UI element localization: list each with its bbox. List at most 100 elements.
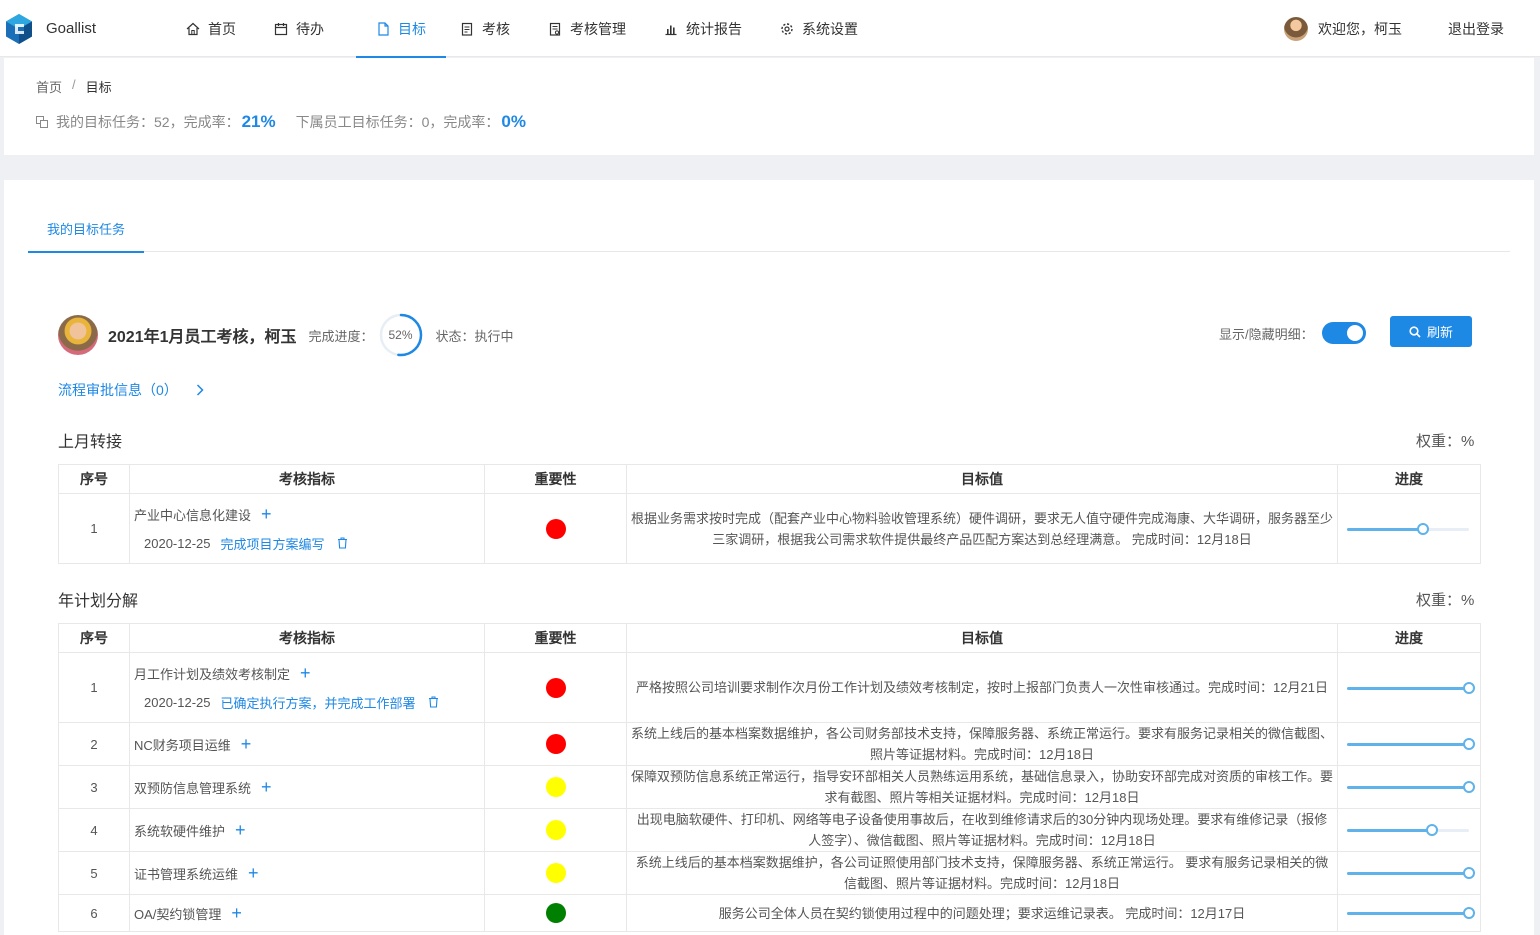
top-header: Goallist 首页 待办 目标 考核 考核管理 统计报告 系统设置 欢迎您，… [0, 0, 1540, 58]
clipboard-manage-icon [549, 22, 561, 36]
progress-slider[interactable] [1347, 867, 1475, 879]
document-icon [378, 21, 389, 36]
approval-flow-link[interactable]: 流程审批信息（0） [58, 380, 204, 400]
indicator-name: 双预防信息管理系统 [134, 780, 252, 796]
nav-todo[interactable]: 待办 [260, 0, 338, 57]
progress-cell [1337, 493, 1481, 564]
user-area[interactable]: 欢迎您，柯玉 [1284, 17, 1402, 41]
table-row: 4 系统软硬件维护 + 出现电脑软硬件、打印机、网络等电子设备使用事故后，在收到维… [58, 808, 1481, 852]
gear-icon [781, 22, 793, 35]
slider-handle[interactable] [1463, 738, 1475, 750]
nav-reports[interactable]: 统计报告 [650, 0, 756, 57]
indicator-name: NC财务项目运维 [134, 737, 231, 753]
target-cell: 出现电脑软硬件、打印机、网络等电子设备使用事故后，在收到维修请求后的30分钟内现… [626, 808, 1338, 852]
progress-slider[interactable] [1347, 907, 1475, 919]
nav-label: 考核管理 [570, 20, 626, 37]
logout-link[interactable]: 退出登录 [1448, 19, 1504, 39]
weight-label: 权重：% [1416, 592, 1475, 609]
section-title: 年计划分解 [58, 593, 139, 610]
trash-icon[interactable] [428, 696, 439, 708]
column-header: 重要性 [484, 464, 627, 494]
add-icon[interactable]: + [241, 735, 252, 753]
column-header: 进度 [1337, 464, 1481, 494]
column-header: 序号 [58, 464, 130, 494]
nav-label: 首页 [208, 20, 236, 37]
indicator-cell: 双预防信息管理系统 + [129, 765, 485, 809]
nav-home[interactable]: 首页 [172, 0, 250, 57]
target-cell: 系统上线后的基本档案数据维护，各公司证照使用部门技术支持，保障服务器、系统正常运… [626, 851, 1338, 895]
progress-value: 52% [388, 328, 413, 342]
main-panel: 我的目标任务 2021年1月员工考核，柯玉 完成进度： 52% 状态：执行中 显… [4, 180, 1534, 935]
row-index: 5 [58, 851, 130, 895]
detail-toggle-area: 显示/隐藏明细： [1219, 322, 1366, 344]
importance-dot [545, 518, 566, 539]
add-icon[interactable]: + [248, 864, 259, 882]
importance-cell [484, 808, 627, 852]
chevron-right-icon [196, 384, 204, 396]
target-cell: 严格按照公司培训要求制作次月份工作计划及绩效考核制定，按时上报部门负责人一次性审… [626, 652, 1338, 723]
target-cell: 根据业务需求按时完成（配套产业中心物料验收管理系统）硬件调研，要求无人值守硬件完… [626, 493, 1338, 564]
table-row: 2 NC财务项目运维 + 系统上线后的基本档案数据维护，各公司财务部技术支持，保障… [58, 722, 1481, 766]
task-summary: 我的目标任务：52，完成率： 21% 下属员工目标任务：0，完成率： 0% [36, 112, 526, 132]
breadcrumb-current: 目标 [85, 80, 112, 95]
progress-cell [1337, 765, 1481, 809]
main-nav: 首页 待办 目标 考核 考核管理 统计报告 系统设置 [172, 0, 872, 58]
tab-my-goals[interactable]: 我的目标任务 [28, 216, 144, 253]
add-icon[interactable]: + [235, 821, 246, 839]
table-row: 3 双预防信息管理系统 + 保障双预防信息系统正常运行，指导安环部相关人员熟练运用… [58, 765, 1481, 809]
clipboard-icon [461, 22, 473, 36]
indicator-name: 证书管理系统运维 [134, 866, 239, 882]
nav-assessment[interactable]: 考核 [446, 0, 524, 57]
target-cell: 服务公司全体人员在契约锁使用过程中的问题处理；要求运维记录表。 完成时间：12月… [626, 894, 1338, 932]
nav-settings[interactable]: 系统设置 [766, 0, 872, 57]
slider-handle[interactable] [1463, 781, 1475, 793]
importance-cell [484, 851, 627, 895]
tabs: 我的目标任务 [28, 216, 1510, 253]
task-status: 状态：执行中 [435, 328, 514, 344]
toggle-label: 显示/隐藏明细： [1219, 326, 1314, 342]
trash-icon[interactable] [337, 537, 348, 549]
task-title: 2021年1月员工考核，柯玉 [108, 329, 297, 346]
row-index: 3 [58, 765, 130, 809]
indicator-cell: 产业中心信息化建设 + 2020-12-25 完成项目方案编写 [129, 493, 485, 564]
indicator-cell: OA/契约锁管理 + [129, 894, 485, 932]
goallist-logo-icon [6, 14, 32, 44]
progress-slider[interactable] [1347, 681, 1475, 694]
my-completion-rate: 21% [241, 112, 276, 131]
add-icon[interactable]: + [261, 505, 272, 523]
sub-item-link[interactable]: 已确定执行方案，并完成工作部署 [221, 693, 416, 712]
importance-cell [484, 722, 627, 766]
add-icon[interactable]: + [300, 664, 311, 682]
bar-chart-icon [665, 25, 677, 35]
breadcrumb-home[interactable]: 首页 [36, 77, 62, 96]
nav-label: 系统设置 [802, 20, 858, 37]
refresh-button[interactable]: 刷新 [1390, 316, 1472, 347]
slider-handle[interactable] [1463, 867, 1475, 879]
home-icon [186, 22, 200, 35]
nav-goals[interactable]: 目标 [356, 0, 446, 58]
add-icon[interactable]: + [261, 778, 272, 796]
table-header-row: 序号 考核指标 重要性 目标值 进度 [58, 623, 1481, 653]
indicator-name: 系统软硬件维护 [134, 823, 226, 839]
row-index: 1 [58, 493, 130, 564]
slider-handle[interactable] [1416, 522, 1429, 535]
sub-item-link[interactable]: 完成项目方案编写 [221, 534, 325, 553]
indicator-cell: 系统软硬件维护 + [129, 808, 485, 852]
slider-handle[interactable] [1463, 681, 1475, 694]
slider-handle[interactable] [1463, 907, 1475, 919]
slider-handle[interactable] [1426, 824, 1439, 836]
table-row: 1 月工作计划及绩效考核制定 + 2020-12-25 已确定执行方案，并完成工作… [58, 652, 1481, 723]
progress-slider[interactable] [1347, 522, 1469, 535]
sub-completion-rate: 0% [501, 112, 526, 131]
progress-slider[interactable] [1347, 824, 1469, 836]
progress-slider[interactable] [1347, 781, 1475, 793]
progress-ring: 52% [378, 312, 424, 358]
add-icon[interactable]: + [231, 904, 242, 922]
nav-assessment-manage[interactable]: 考核管理 [534, 0, 640, 57]
row-index: 6 [58, 894, 130, 932]
table-row: 5 证书管理系统运维 + 系统上线后的基本档案数据维护，各公司证照使用部门技术支持… [58, 851, 1481, 895]
progress-slider[interactable] [1347, 738, 1475, 750]
indicator-cell: 月工作计划及绩效考核制定 + 2020-12-25 已确定执行方案，并完成工作部署 [129, 652, 485, 723]
detail-toggle[interactable] [1321, 322, 1366, 344]
sub-item-date: 2020-12-25 [144, 535, 211, 551]
